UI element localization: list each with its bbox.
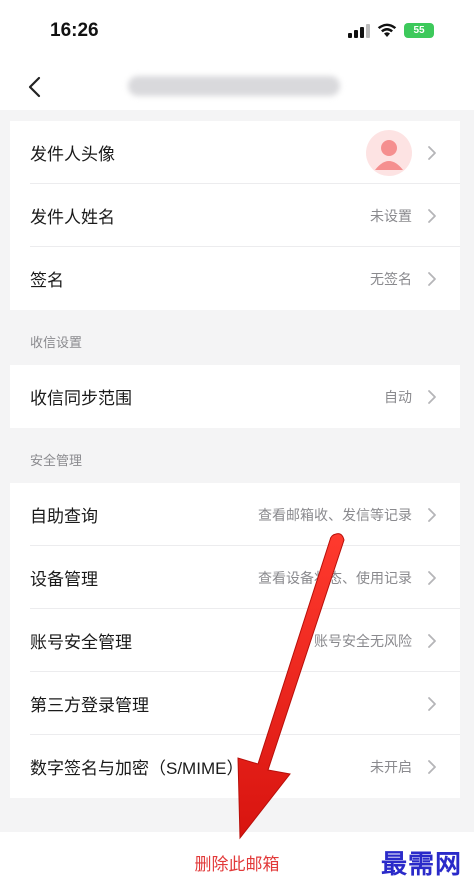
receive-settings-card: 收信同步范围 自动: [10, 365, 460, 428]
chevron-right-icon: [428, 208, 436, 223]
row-sender-avatar[interactable]: 发件人头像: [10, 121, 460, 184]
chevron-right-icon: [428, 570, 436, 585]
status-time: 16:26: [50, 20, 99, 41]
row-smime[interactable]: 数字签名与加密（S/MIME） 未开启: [10, 735, 460, 798]
account-security-label: 账号安全管理: [30, 633, 132, 652]
self-query-value: 查看邮箱收、发信等记录: [258, 506, 412, 523]
device-management-label: 设备管理: [30, 570, 98, 589]
status-icons: 55: [348, 23, 434, 38]
back-icon[interactable]: [20, 72, 50, 102]
nav-bar: ••••••••••••••••: [0, 62, 474, 110]
chevron-right-icon: [428, 759, 436, 774]
wifi-icon: [377, 23, 397, 37]
row-sync-range[interactable]: 收信同步范围 自动: [10, 365, 460, 428]
battery-icon: 55: [404, 23, 434, 38]
settings-screen: 16:26 55 •••••••••••••••• 发件人头像: [0, 0, 474, 896]
security-settings-card: 自助查询 查看邮箱收、发信等记录 设备管理 查看设备状态、使用记录 账号安全管理…: [10, 483, 460, 798]
account-security-value: 账号安全无风险: [314, 632, 412, 649]
chevron-right-icon: [428, 633, 436, 648]
signature-label: 签名: [30, 271, 64, 290]
row-sender-name[interactable]: 发件人姓名 未设置: [10, 184, 460, 247]
signal-icon: [348, 23, 370, 38]
smime-label: 数字签名与加密（S/MIME）: [30, 759, 244, 778]
watermark: 最需网: [380, 850, 462, 880]
account-email-title: ••••••••••••••••: [128, 76, 340, 96]
signature-value: 无签名: [370, 270, 412, 287]
chevron-right-icon: [428, 696, 436, 711]
bottom-action-area: 删除此邮箱 最需网: [0, 832, 474, 896]
chevron-right-icon: [428, 145, 436, 160]
sync-range-label: 收信同步范围: [30, 389, 132, 408]
person-icon: [375, 139, 403, 170]
chevron-right-icon: [428, 271, 436, 286]
sender-name-label: 发件人姓名: [30, 208, 115, 227]
section-header-security: 安全管理: [10, 428, 460, 483]
row-device-management[interactable]: 设备管理 查看设备状态、使用记录: [10, 546, 460, 609]
row-signature[interactable]: 签名 无签名: [10, 247, 460, 310]
row-self-query[interactable]: 自助查询 查看邮箱收、发信等记录: [10, 483, 460, 546]
row-third-party-login[interactable]: 第三方登录管理: [10, 672, 460, 735]
device-management-value: 查看设备状态、使用记录: [258, 569, 412, 586]
sync-range-value: 自动: [384, 388, 412, 405]
third-party-login-label: 第三方登录管理: [30, 696, 149, 715]
chevron-right-icon: [428, 389, 436, 404]
status-bar: 16:26 55: [0, 0, 474, 62]
smime-value: 未开启: [370, 758, 412, 775]
sender-avatar-label: 发件人头像: [30, 145, 115, 164]
self-query-label: 自助查询: [30, 507, 98, 526]
section-header-receive: 收信设置: [10, 310, 460, 365]
battery-level: 55: [413, 25, 425, 36]
row-account-security[interactable]: 账号安全管理 账号安全无风险: [10, 609, 460, 672]
section-title: 安全管理: [30, 453, 83, 468]
sender-settings-card: 发件人头像 发件人姓名 未设置 签名 无签名: [10, 121, 460, 310]
sender-name-value: 未设置: [370, 207, 412, 224]
section-title: 收信设置: [30, 335, 83, 350]
chevron-right-icon: [428, 507, 436, 522]
avatar: [366, 129, 412, 176]
